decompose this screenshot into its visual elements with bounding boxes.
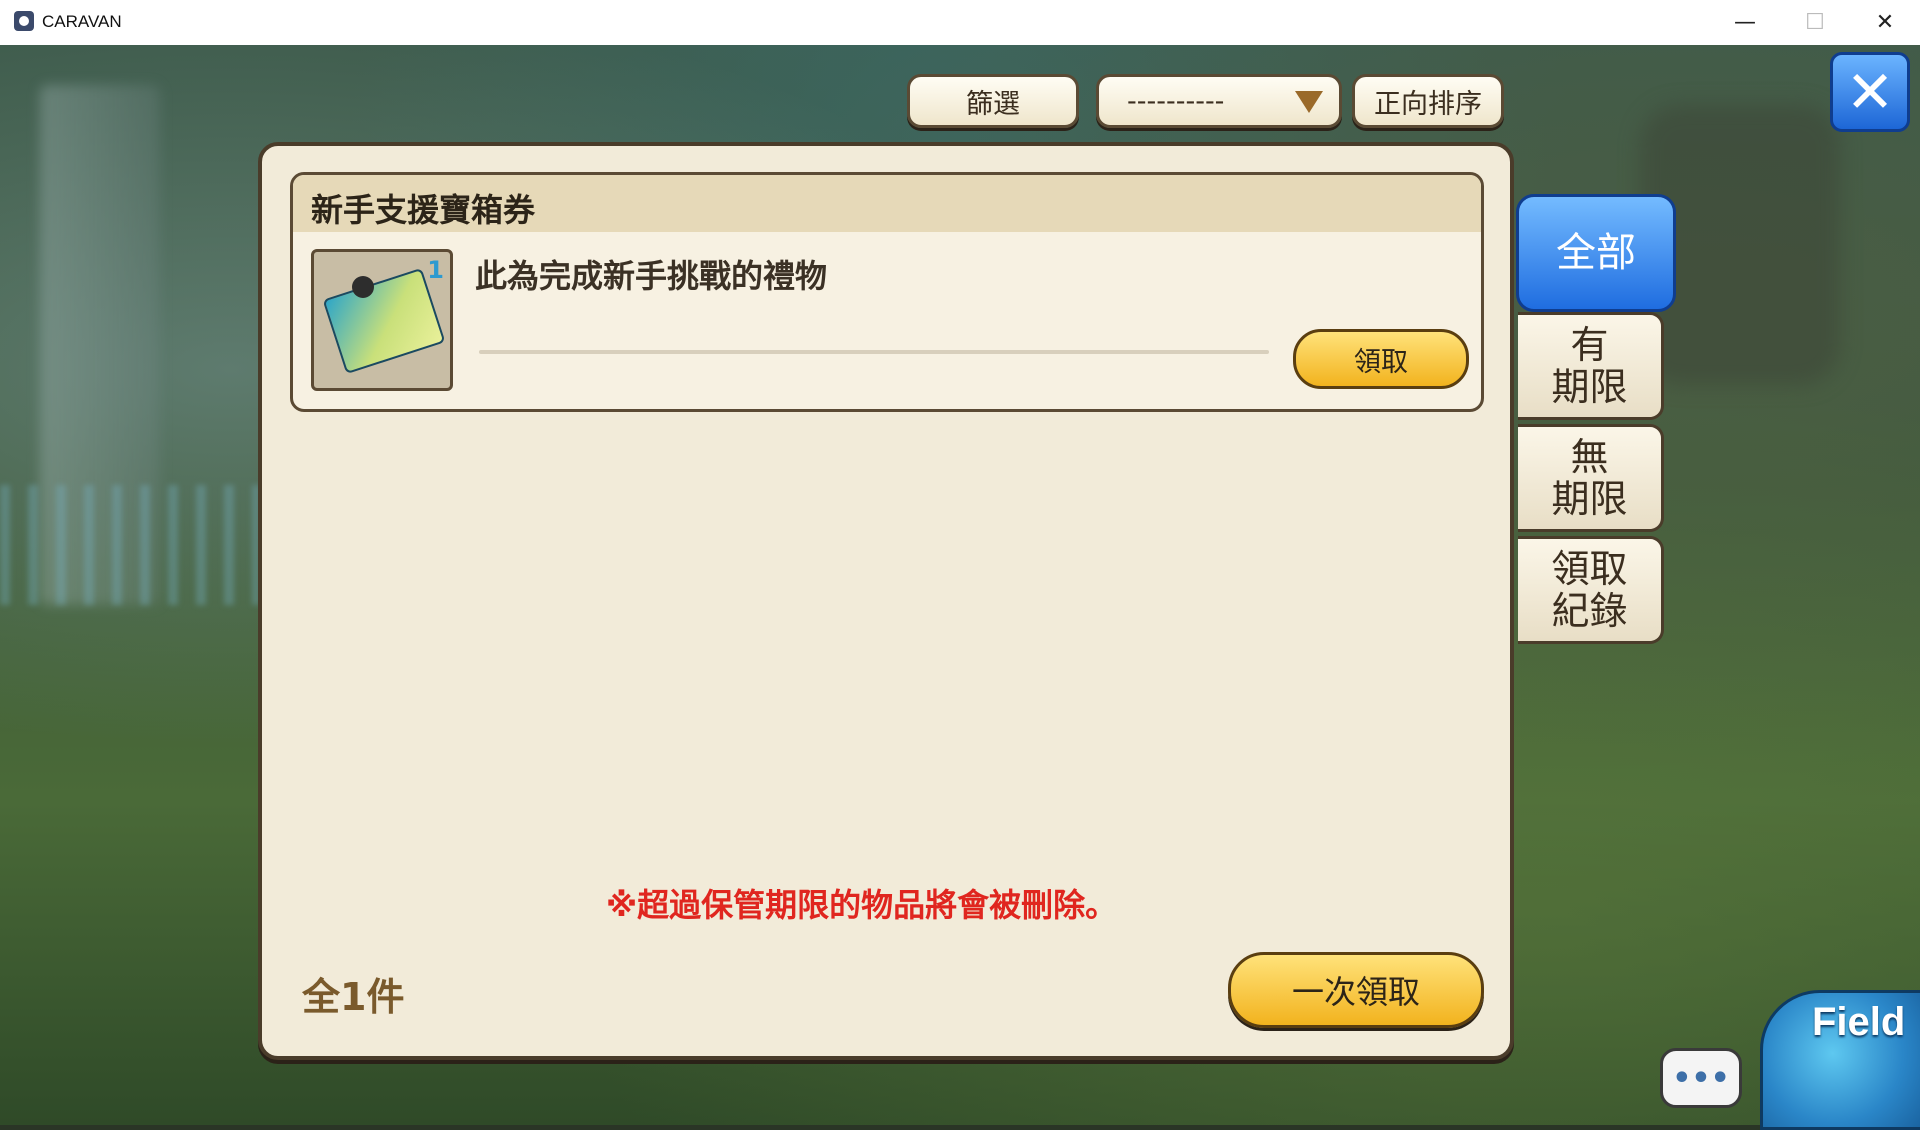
claim-all-button[interactable]: 一次領取 [1228, 952, 1484, 1028]
chat-button[interactable]: ••• [1660, 1048, 1742, 1108]
item-title: 新手支援寶箱券 [311, 191, 536, 229]
claim-button[interactable]: 領取 [1293, 329, 1469, 389]
tab-all[interactable]: 全部 [1516, 194, 1676, 312]
window-close-button[interactable]: ✕ [1850, 0, 1920, 45]
window-title: CARAVAN [42, 12, 122, 31]
chevron-down-icon [1295, 91, 1323, 113]
item-thumbnail: 1 [311, 249, 453, 391]
tab-claim-history[interactable]: 領取 紀錄 [1518, 536, 1664, 644]
field-label: Field [1812, 1000, 1906, 1044]
close-icon[interactable]: ✕ [1830, 52, 1910, 132]
background-fence [0, 485, 260, 605]
app-icon [14, 11, 34, 31]
divider [479, 350, 1269, 354]
item-count: 1 [427, 256, 444, 284]
tab-limited[interactable]: 有 期限 [1518, 312, 1664, 420]
tab-unlimited[interactable]: 無 期限 [1518, 424, 1664, 532]
dropdown-value: ---------- [1127, 85, 1225, 117]
total-count: 全1件 [302, 975, 405, 1019]
expiry-warning: ※超過保管期限的物品將會被刪除。 [606, 886, 1118, 924]
sort-order-button[interactable]: 正向排序 [1352, 74, 1504, 128]
list-item: 新手支援寶箱券 1 此為完成新手挑戰的禮物 領取 [290, 172, 1484, 412]
item-description: 此為完成新手挑戰的禮物 [475, 257, 828, 295]
filter-button[interactable]: 篩選 [907, 74, 1079, 128]
ticket-character-icon [352, 276, 374, 298]
minimize-button[interactable]: — [1710, 0, 1780, 45]
filter-dropdown[interactable]: ---------- [1096, 74, 1342, 128]
maximize-button[interactable]: ☐ [1780, 0, 1850, 45]
window-titlebar: CARAVAN — ☐ ✕ [0, 0, 1920, 46]
